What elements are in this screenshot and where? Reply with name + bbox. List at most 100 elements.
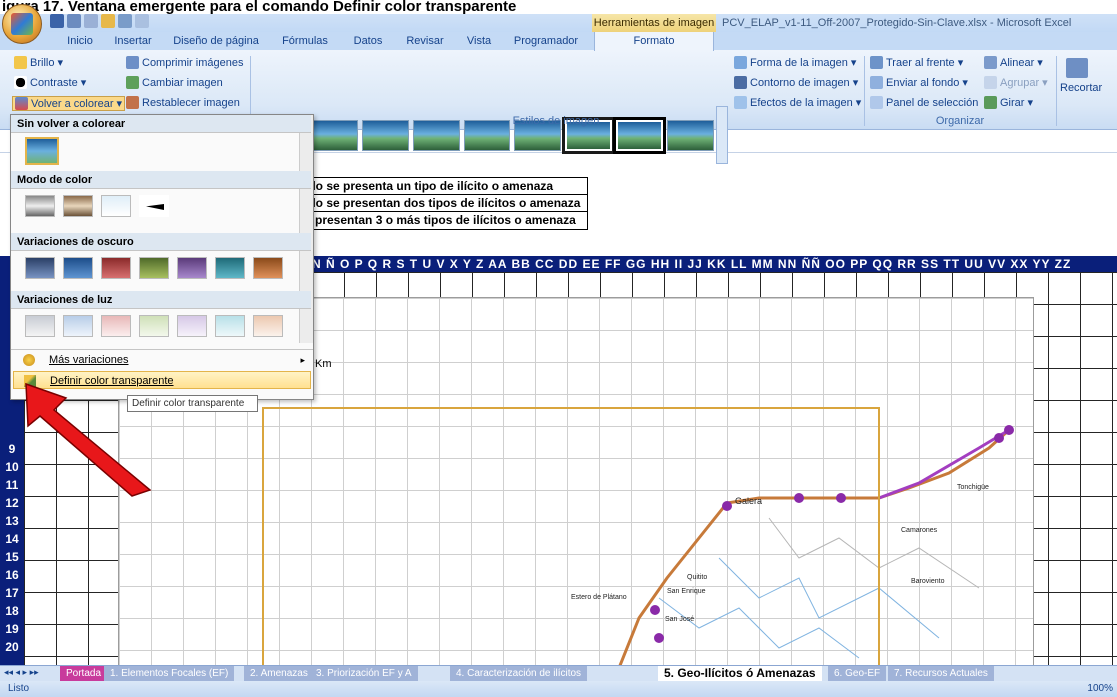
sheet-tab[interactable]: 1. Elementos Focales (EF) — [104, 666, 235, 681]
swatch-light[interactable] — [63, 315, 93, 337]
print-icon[interactable] — [118, 14, 132, 28]
dropdown-section-header: Modo de color — [11, 171, 311, 189]
scale-label: Km — [315, 358, 332, 370]
reset-picture-button[interactable]: Restablecer imagen — [126, 96, 240, 109]
swatch-washout[interactable] — [101, 195, 131, 217]
preview-icon[interactable] — [135, 14, 149, 28]
row-number: 19 — [5, 622, 19, 636]
swatch-dark[interactable] — [63, 257, 93, 279]
swatch-light[interactable] — [215, 315, 245, 337]
swatch-light[interactable] — [253, 315, 283, 337]
swatch-dark[interactable] — [101, 257, 131, 279]
swatch-sepia[interactable] — [63, 195, 93, 217]
status-text: Listo — [8, 683, 30, 694]
redo-icon[interactable] — [84, 14, 98, 28]
swatch-dark[interactable] — [139, 257, 169, 279]
shape-button[interactable]: Forma de la imagen ▾ — [734, 56, 856, 69]
tab-formulas[interactable]: Fórmulas — [278, 32, 332, 50]
row-number: 17 — [5, 586, 19, 600]
group-icon — [984, 76, 997, 89]
sheet-tab[interactable]: Portada — [60, 666, 108, 681]
swatch-dark[interactable] — [215, 257, 245, 279]
tab-programador[interactable]: Programador — [508, 32, 584, 50]
map-extent-box — [262, 407, 880, 665]
recolor-button[interactable]: Volver a colorear ▾ — [12, 96, 126, 111]
row-number: 16 — [5, 568, 19, 582]
swatch-light[interactable] — [139, 315, 169, 337]
tab-diseno-pagina[interactable]: Diseño de página — [168, 32, 264, 50]
border-button[interactable]: Contorno de imagen ▾ — [734, 76, 858, 89]
selection-pane-icon — [870, 96, 883, 109]
swatch-original[interactable] — [25, 137, 59, 165]
tab-nav-arrows-icon[interactable]: ◂◂ ◂ ▸ ▸▸ — [4, 667, 39, 678]
row-number: 12 — [5, 496, 19, 510]
sheet-tabs-bar: ◂◂ ◂ ▸ ▸▸ Portada 1. Elementos Focales (… — [0, 665, 1117, 681]
submenu-arrow-icon: ▸ — [300, 355, 305, 365]
red-arrow-icon — [25, 382, 152, 497]
swatch-dark[interactable] — [25, 257, 55, 279]
selection-pane-button[interactable]: Panel de selección — [870, 96, 978, 109]
zoom-level[interactable]: 100% — [1087, 683, 1113, 694]
swatch-dark[interactable] — [177, 257, 207, 279]
tab-datos[interactable]: Datos — [348, 32, 388, 50]
save-icon[interactable] — [50, 14, 64, 28]
row-number: 20 — [5, 640, 19, 654]
tab-inicio[interactable]: Inicio — [60, 32, 100, 50]
swatch-light[interactable] — [25, 315, 55, 337]
row-number: 13 — [5, 514, 19, 528]
send-back-icon — [870, 76, 883, 89]
sheet-tab[interactable]: 3. Priorización EF y A — [310, 666, 418, 681]
tab-formato[interactable]: Formato — [594, 31, 714, 51]
swatch-light[interactable] — [177, 315, 207, 337]
contrast-icon — [14, 76, 27, 89]
context-tab-image-tools: Herramientas de imagen — [592, 14, 716, 32]
bring-front-button[interactable]: Traer al frente ▾ — [870, 56, 963, 69]
pen-icon — [734, 76, 747, 89]
swatch-black-white[interactable] — [139, 195, 169, 217]
tab-revisar[interactable]: Revisar — [402, 32, 448, 50]
row-number: 15 — [5, 550, 19, 564]
more-variations-item[interactable]: Más variaciones ▸ — [13, 351, 311, 369]
map-label: Baroviento — [911, 578, 945, 585]
effects-button[interactable]: Efectos de la imagen ▾ — [734, 96, 861, 109]
align-icon — [984, 56, 997, 69]
group-button[interactable]: Agrupar ▾ — [984, 76, 1048, 89]
swatch-dark[interactable] — [253, 257, 283, 279]
brightness-button[interactable]: Brillo ▾ — [14, 56, 63, 69]
crop-button[interactable]: Recortar — [1060, 82, 1102, 94]
legend-row: Sólo se presenta un tipo de ilícito o am… — [281, 178, 587, 195]
recolor-icon — [15, 97, 28, 110]
sheet-tab[interactable]: 6. Geo-EF — [828, 666, 887, 681]
recolor-dropdown: Sin volver a colorear Modo de color Vari… — [10, 114, 314, 400]
sheet-tab[interactable]: 2. Amenazas — [244, 666, 314, 681]
open-icon[interactable] — [101, 14, 115, 28]
dropdown-divider — [11, 349, 313, 350]
swatch-light[interactable] — [101, 315, 131, 337]
map-label: Tonchigüe — [957, 484, 989, 491]
more-variations-label: Más variaciones — [49, 354, 129, 366]
palette-icon — [23, 354, 35, 366]
tab-vista[interactable]: Vista — [462, 32, 496, 50]
legend-row: Se presentan 3 o más tipos de ilícitos o… — [297, 213, 576, 227]
row-number: 14 — [5, 532, 19, 546]
sheet-tab-active[interactable]: 5. Geo-Ilícitos ó Amenazas — [658, 666, 822, 681]
contrast-button[interactable]: Contraste ▾ — [14, 76, 86, 89]
compress-button[interactable]: Comprimir imágenes — [126, 56, 243, 69]
change-picture-button[interactable]: Cambiar imagen — [126, 76, 223, 89]
sheet-tab[interactable]: 7. Recursos Actuales — [888, 666, 994, 681]
tab-insertar[interactable]: Insertar — [108, 32, 158, 50]
office-button[interactable] — [2, 4, 42, 44]
map-label: Camarones — [901, 527, 938, 534]
shape-icon — [734, 56, 747, 69]
align-button[interactable]: Alinear ▾ — [984, 56, 1043, 69]
rotate-button[interactable]: Girar ▾ — [984, 96, 1033, 109]
group-label-picture-styles: Estilos de imagen — [512, 115, 600, 127]
quick-access-toolbar — [50, 14, 149, 30]
status-bar: Listo 100% — [0, 681, 1117, 697]
undo-icon[interactable] — [67, 14, 81, 28]
swatch-grayscale[interactable] — [25, 195, 55, 217]
reset-picture-icon — [126, 96, 139, 109]
sheet-tab[interactable]: 4. Caracterización de ilícitos — [450, 666, 588, 681]
send-back-button[interactable]: Enviar al fondo ▾ — [870, 76, 968, 89]
group-label-arrange: Organizar — [935, 115, 985, 127]
